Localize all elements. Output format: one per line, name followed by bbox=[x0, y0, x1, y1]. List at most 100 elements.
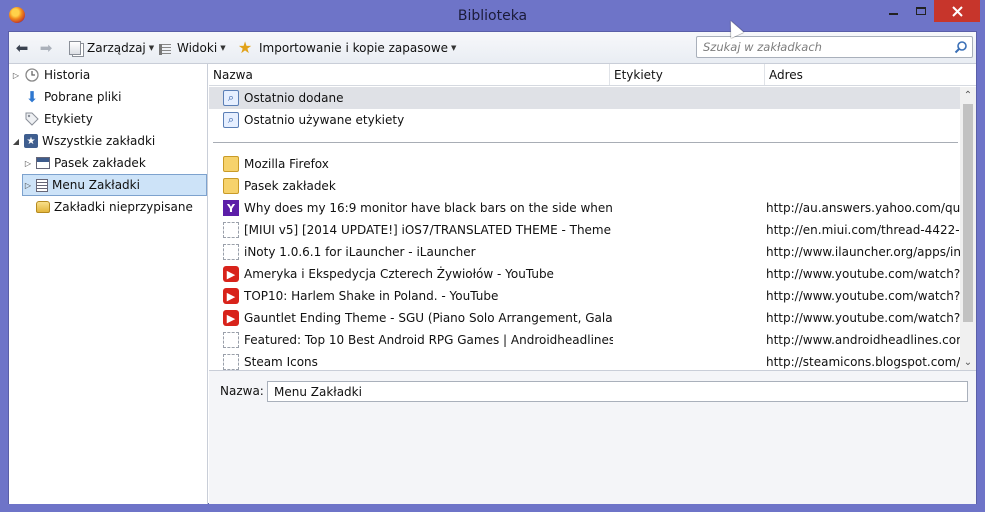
sidebar-item-bookmarks-toolbar[interactable]: ▷ Pasek zakładek bbox=[23, 153, 207, 173]
import-label: Importowanie i kopie zapasowe bbox=[259, 41, 449, 55]
star-import-icon: ★ bbox=[237, 38, 253, 57]
menu-folder-icon bbox=[36, 178, 48, 192]
sidebar-item-downloads[interactable]: ⬇ Pobrane pliki bbox=[11, 87, 207, 107]
yahoo-icon: Y bbox=[223, 200, 239, 216]
row-address: http://www.youtube.com/watch?v... bbox=[766, 289, 960, 303]
toolbar-folder-icon bbox=[36, 157, 50, 169]
column-headers: Nazwa Etykiety Adres bbox=[209, 64, 976, 86]
row-address: http://steamicons.blogspot.com/ bbox=[766, 355, 960, 369]
maximize-button[interactable] bbox=[907, 0, 934, 22]
maximize-icon bbox=[915, 7, 926, 15]
minimize-button[interactable] bbox=[880, 0, 907, 22]
unsorted-icon bbox=[36, 201, 50, 213]
generic-page-icon bbox=[223, 222, 239, 238]
bookmark-list-pane: Nazwa Etykiety Adres ⌕ Ostatnio dodane ⌕ O… bbox=[209, 64, 976, 370]
arrow-right-icon: ➡ bbox=[39, 39, 53, 57]
column-header-address[interactable]: Adres bbox=[764, 64, 976, 85]
row-name: Why does my 16:9 monitor have black bars… bbox=[244, 201, 613, 215]
generic-page-icon bbox=[223, 244, 239, 260]
organize-menu-button[interactable]: Zarządzaj ▼ bbox=[69, 39, 154, 57]
table-row[interactable]: Steam Icons http://steamicons.blogspot.c… bbox=[209, 351, 960, 370]
row-name: Ostatnio dodane bbox=[244, 91, 344, 105]
table-row[interactable]: Featured: Top 10 Best Android RPG Games … bbox=[209, 329, 960, 351]
toolbar: ⬅ ➡ Zarządzaj ▼ Widoki ▼ ★ Importowanie … bbox=[9, 32, 976, 64]
scroll-up-icon[interactable]: ⌃ bbox=[960, 87, 976, 103]
views-icon bbox=[159, 43, 171, 55]
youtube-icon: ▶ bbox=[223, 266, 239, 282]
tag-icon bbox=[24, 111, 40, 127]
caret-down-icon: ▼ bbox=[451, 44, 457, 52]
vertical-scrollbar[interactable]: ⌃ ⌄ bbox=[960, 87, 976, 370]
folder-icon bbox=[223, 178, 239, 194]
generic-page-icon bbox=[223, 354, 239, 370]
title-bar[interactable]: Biblioteka bbox=[0, 0, 985, 31]
name-field-label: Nazwa: bbox=[220, 384, 264, 398]
sidebar-item-label: Wszystkie zakładki bbox=[42, 134, 156, 148]
query-icon: ⌕ bbox=[223, 90, 239, 106]
youtube-icon: ▶ bbox=[223, 288, 239, 304]
caret-down-icon: ▼ bbox=[220, 44, 226, 52]
back-button[interactable]: ⬅ bbox=[14, 39, 30, 57]
table-row[interactable]: Mozilla Firefox bbox=[209, 153, 960, 175]
expand-twisty-icon[interactable]: ▷ bbox=[11, 70, 21, 80]
table-row[interactable]: Pasek zakładek bbox=[209, 175, 960, 197]
row-address: http://au.answers.yahoo.com/que... bbox=[766, 201, 960, 215]
forward-button[interactable]: ➡ bbox=[38, 39, 54, 57]
close-button[interactable] bbox=[934, 0, 980, 22]
table-row[interactable]: ⌕ Ostatnio dodane bbox=[209, 87, 960, 109]
sidebar-item-history[interactable]: ▷ Historia bbox=[11, 65, 207, 85]
table-row[interactable]: ⌕ Ostatnio używane etykiety bbox=[209, 109, 960, 131]
row-address: http://www.youtube.com/watch?v... bbox=[766, 311, 960, 325]
search-icon[interactable] bbox=[954, 40, 968, 54]
column-header-tags[interactable]: Etykiety bbox=[609, 64, 764, 85]
youtube-icon: ▶ bbox=[223, 310, 239, 326]
expand-twisty-icon[interactable]: ▷ bbox=[23, 158, 33, 168]
sidebar-item-unsorted[interactable]: Zakładki nieprzypisane bbox=[23, 197, 207, 217]
views-menu-button[interactable]: Widoki ▼ bbox=[159, 39, 226, 57]
download-icon: ⬇ bbox=[25, 88, 39, 106]
row-name: TOP10: Harlem Shake in Poland. - YouTube bbox=[244, 289, 499, 303]
scrollbar-thumb[interactable] bbox=[963, 104, 973, 322]
window-frame: Biblioteka ⬅ ➡ Zarządzaj ▼ Widoki ▼ ★ Im… bbox=[0, 0, 985, 512]
sidebar-item-all-bookmarks[interactable]: ◢ ★ Wszystkie zakładki bbox=[11, 131, 207, 151]
sidebar-item-label: Pasek zakładek bbox=[54, 156, 146, 170]
scroll-down-icon[interactable]: ⌄ bbox=[960, 354, 976, 370]
row-name: Ostatnio używane etykiety bbox=[244, 113, 405, 127]
collapse-twisty-icon[interactable]: ◢ bbox=[11, 136, 21, 146]
bookmark-rows: ⌕ Ostatnio dodane ⌕ Ostatnio używane etyki… bbox=[209, 87, 960, 370]
row-name: Steam Icons bbox=[244, 355, 318, 369]
sidebar-item-bookmarks-menu[interactable]: ▷ Menu Zakładki bbox=[22, 174, 207, 196]
sidebar-item-tags[interactable]: Etykiety bbox=[11, 109, 207, 129]
sidebar-item-label: Historia bbox=[44, 68, 91, 82]
table-row[interactable]: ▶ Gauntlet Ending Theme - SGU (Piano Solo… bbox=[209, 307, 960, 329]
caret-down-icon: ▼ bbox=[148, 44, 155, 52]
minimize-icon bbox=[889, 13, 898, 15]
row-name: Pasek zakładek bbox=[244, 179, 336, 193]
organize-label: Zarządzaj bbox=[87, 41, 146, 55]
table-row[interactable]: [MIUI v5] [2014 UPDATE!] iOS7/TRANSLATED… bbox=[209, 219, 960, 241]
row-name: iNoty 1.0.6.1 for iLauncher - iLauncher bbox=[244, 245, 476, 259]
row-name: Ameryka i Ekspedycja Czterech Żywiołów -… bbox=[244, 267, 554, 281]
table-row[interactable]: ▶ Ameryka i Ekspedycja Czterech Żywiołów … bbox=[209, 263, 960, 285]
table-row[interactable]: iNoty 1.0.6.1 for iLauncher - iLauncher … bbox=[209, 241, 960, 263]
query-icon: ⌕ bbox=[223, 112, 239, 128]
row-name: Featured: Top 10 Best Android RPG Games … bbox=[244, 333, 613, 347]
column-header-name[interactable]: Nazwa bbox=[209, 64, 609, 85]
sidebar-item-label: Pobrane pliki bbox=[44, 90, 122, 104]
row-name: Mozilla Firefox bbox=[244, 157, 329, 171]
sidebar-tree: ▷ Historia ⬇ Pobrane pliki Etykiety ◢ ★ … bbox=[9, 64, 208, 504]
window-title: Biblioteka bbox=[457, 8, 528, 24]
table-row[interactable]: ▶ TOP10: Harlem Shake in Poland. - YouTub… bbox=[209, 285, 960, 307]
views-label: Widoki bbox=[177, 41, 218, 55]
expand-twisty-icon[interactable]: ▷ bbox=[23, 180, 33, 190]
search-box bbox=[696, 36, 973, 58]
search-input[interactable] bbox=[697, 37, 947, 57]
library-window: ⬅ ➡ Zarządzaj ▼ Widoki ▼ ★ Importowanie … bbox=[8, 31, 977, 504]
name-field[interactable] bbox=[267, 381, 968, 402]
import-backup-menu-button[interactable]: ★ Importowanie i kopie zapasowe ▼ bbox=[237, 38, 457, 57]
table-row[interactable]: Y Why does my 16:9 monitor have black bar… bbox=[209, 197, 960, 219]
row-address: http://www.androidheadlines.com... bbox=[766, 333, 960, 347]
generic-page-icon bbox=[223, 332, 239, 348]
